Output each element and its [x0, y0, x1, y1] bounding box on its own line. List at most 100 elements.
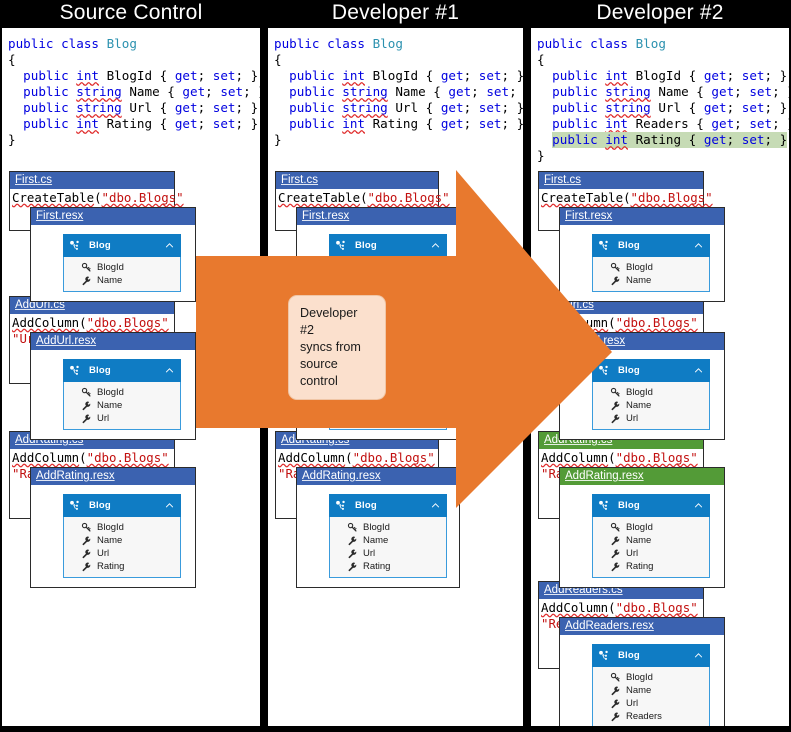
resx-file-card[interactable]: AddUrl.resx Blog BlogId Name Url: [559, 332, 725, 440]
code-line-class-decl: public class Blog: [8, 36, 137, 51]
entity-field-list: BlogId Name: [63, 257, 181, 292]
resx-file-title[interactable]: First.resx: [31, 208, 195, 225]
entity-field-list: BlogId Name Url Rating: [329, 517, 447, 578]
entity-field-label: Name: [363, 535, 389, 546]
property-icon: [611, 699, 620, 709]
resx-file-title[interactable]: AddRating.resx: [560, 468, 724, 485]
entity-field-label: BlogId: [97, 387, 124, 398]
entity-field-label: Url: [363, 548, 376, 559]
resx-file-name: First.resx: [565, 210, 613, 222]
entity-field-label: BlogId: [363, 522, 390, 533]
entity-icon: [70, 365, 79, 375]
resx-file-card[interactable]: AddRating.resx Blog BlogId Name Url Rati…: [296, 467, 460, 588]
entity-field-label: Url: [626, 548, 639, 559]
code-line-class-decl: public class Blog: [274, 36, 403, 51]
resx-file-card[interactable]: AddRating.resx Blog BlogId Name Url Rati…: [559, 467, 725, 588]
cs-code-line-1: AddColumn("dbo.Blogs": [12, 450, 169, 465]
cs-file-title[interactable]: First.cs: [276, 172, 438, 189]
entity-widget: Blog BlogId Name: [329, 234, 447, 292]
primary-key-icon: [610, 522, 620, 532]
column-title: Developer #1: [266, 0, 525, 26]
entity-field-list: BlogId Name Url Rating: [63, 517, 181, 578]
entity-field-label: Name: [626, 275, 652, 286]
resx-file-title[interactable]: First.resx: [297, 208, 459, 225]
entity-field-label: Name: [97, 275, 123, 286]
entity-field-label: Url: [626, 698, 639, 709]
entity-field-list: BlogId Name Url: [592, 382, 710, 430]
entity-field-label: Name: [626, 685, 652, 696]
resx-file-title[interactable]: AddRating.resx: [31, 468, 195, 485]
cs-file-title[interactable]: First.cs: [539, 172, 703, 189]
resx-file-card[interactable]: AddReaders.resx Blog BlogId Name Url Rea…: [559, 617, 725, 726]
cs-code-line-1: AddColumn("dbo.Blogs": [541, 315, 698, 330]
entity-header[interactable]: Blog: [592, 234, 710, 257]
property-icon: [611, 562, 620, 572]
resx-file-card[interactable]: AddRating.resx Blog BlogId Name Url Rati…: [30, 467, 196, 588]
chevron-up-icon: [431, 503, 440, 508]
primary-key-icon: [610, 387, 620, 397]
entity-field-row: Url: [593, 412, 709, 425]
resx-body: Blog BlogId Name Url Readers: [560, 635, 724, 726]
code-line-property-rating: public int Rating { get; set; }: [552, 132, 788, 148]
entity-icon: [599, 240, 608, 250]
entity-header[interactable]: Blog: [63, 494, 181, 517]
entity-field-label: Name: [97, 535, 123, 546]
entity-field-row: Url: [64, 547, 180, 560]
entity-field-label: Name: [626, 400, 652, 411]
entity-header[interactable]: Blog: [592, 359, 710, 382]
resx-file-name: AddRating.resx: [565, 470, 644, 482]
code-line-close-brace: }: [537, 148, 545, 163]
resx-file-title[interactable]: First.resx: [560, 208, 724, 225]
column-title: Developer #2: [529, 0, 791, 26]
sync-callout: Developer #2 syncs from source control: [288, 295, 386, 400]
resx-file-title[interactable]: AddReaders.resx: [560, 618, 724, 635]
entity-field-row: Url: [64, 412, 180, 425]
entity-name: Blog: [618, 365, 640, 376]
property-icon: [611, 712, 620, 722]
entity-field-label: Url: [363, 413, 376, 424]
property-icon: [348, 536, 357, 546]
property-icon: [611, 401, 620, 411]
resx-file-title[interactable]: AddUrl.resx: [560, 333, 724, 350]
entity-widget: Blog BlogId Name Url Readers: [592, 644, 710, 726]
property-icon: [611, 536, 620, 546]
entity-header[interactable]: Blog: [329, 494, 447, 517]
column-title: Source Control: [0, 0, 262, 26]
property-icon: [348, 401, 357, 411]
primary-key-icon: [347, 522, 357, 532]
property-icon: [82, 549, 91, 559]
entity-header[interactable]: Blog: [592, 494, 710, 517]
code-line-close-brace: }: [274, 132, 282, 147]
property-icon: [348, 276, 357, 286]
code-line-property-rating: public int Rating { get; set; }: [23, 116, 259, 131]
entity-header[interactable]: Blog: [592, 644, 710, 667]
resx-file-name: AddUrl.resx: [36, 335, 97, 347]
primary-key-icon: [610, 672, 620, 682]
entity-header[interactable]: Blog: [63, 234, 181, 257]
cs-file-title[interactable]: First.cs: [10, 172, 174, 189]
entity-icon: [70, 240, 79, 250]
resx-file-card[interactable]: First.resx Blog BlogId Name: [296, 207, 460, 302]
entity-field-label: BlogId: [626, 522, 653, 533]
fileset: AddRating.cs AddColumn("dbo.Blogs""Ratin…: [272, 431, 521, 639]
chevron-up-icon: [694, 368, 703, 373]
entity-field-row: Name: [330, 274, 446, 287]
resx-file-title[interactable]: AddRating.resx: [297, 468, 459, 485]
property-icon: [82, 276, 91, 286]
resx-file-title[interactable]: AddUrl.resx: [31, 333, 195, 350]
resx-file-card[interactable]: First.resx Blog BlogId Name: [559, 207, 725, 302]
entity-field-row: BlogId: [64, 261, 180, 274]
entity-header[interactable]: Blog: [63, 359, 181, 382]
entity-header[interactable]: Blog: [329, 234, 447, 257]
entity-field-row: BlogId: [593, 671, 709, 684]
resx-file-card[interactable]: First.resx Blog BlogId Name: [30, 207, 196, 302]
entity-icon: [599, 650, 608, 660]
resx-file-name: AddRating.resx: [36, 470, 115, 482]
entity-field-label: Name: [363, 400, 389, 411]
code-block-column-1: public class Blog{ public int BlogId { g…: [268, 28, 523, 148]
chevron-up-icon: [165, 243, 174, 248]
entity-widget: Blog BlogId Name Url Rating: [63, 494, 181, 578]
entity-icon: [336, 500, 345, 510]
entity-field-label: Rating: [363, 561, 391, 572]
resx-file-card[interactable]: AddUrl.resx Blog BlogId Name Url: [30, 332, 196, 440]
